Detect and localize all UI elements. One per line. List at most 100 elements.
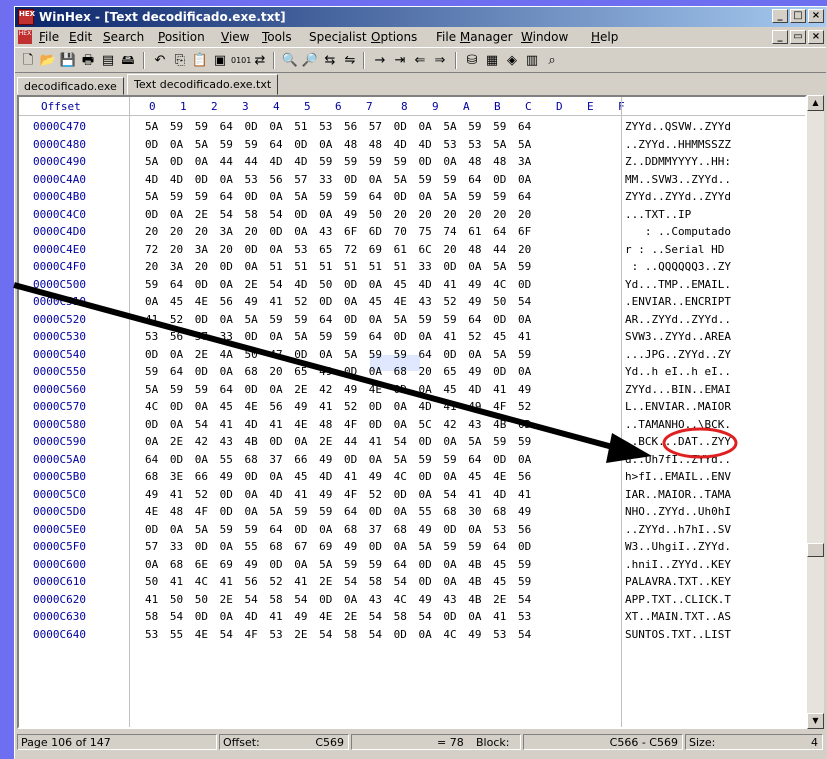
row-hex-bytes[interactable]: 4E 48 4F 0D 0A 5A 59 59 64 0D 0A 55 68 3…	[145, 505, 531, 518]
fill-icon[interactable]: ⇄	[251, 52, 269, 69]
menu-edit[interactable]: Edit	[69, 27, 92, 47]
hex-editor-pane[interactable]: Offset 0123456789ABCDEF 0000C4705A 59 59…	[17, 95, 807, 729]
hex-row[interactable]: 0000C4D0 20 20 20 3A 20 0D 0A 43 6F 6D 70…	[19, 224, 805, 240]
row-ascii[interactable]: L..ENVIAR..MAIOR	[625, 400, 731, 413]
row-hex-bytes[interactable]: 58 54 0D 0A 4D 41 49 4E 2E 54 58 54 0D 0…	[145, 610, 531, 623]
hex-row[interactable]: 0000C520 41 52 0D 0A 5A 59 59 64 0D 0A 5A…	[19, 312, 805, 328]
row-ascii[interactable]: NHO..ZYYd..Uh0hI	[625, 505, 731, 518]
paste-icon[interactable]: 📋	[191, 52, 209, 69]
row-hex-bytes[interactable]: 0D 0A 2E 4A 50 47 0D 0A 5A 59 59 64 0D 0…	[145, 348, 531, 361]
menu-view[interactable]: View	[221, 27, 249, 47]
row-hex-bytes[interactable]: 59 64 0D 0A 68 20 65 49 0D 0A 68 20 65 4…	[145, 365, 531, 378]
menu-search[interactable]: Search	[103, 27, 144, 47]
hex-row[interactable]: 0000C5E0 0D 0A 5A 59 59 64 0D 0A 68 37 68…	[19, 522, 805, 538]
hex-row[interactable]: 0000C620 41 50 50 2E 54 58 54 0D 0A 43 4C…	[19, 592, 805, 608]
row-ascii[interactable]: W3..UhgiI..ZYYd.	[625, 540, 731, 553]
row-ascii[interactable]: PALAVRA.TXT..KEY	[625, 575, 731, 588]
close-button[interactable]: ×	[808, 9, 824, 23]
row-ascii[interactable]: ..ZYYd..HHMMSSZZ	[625, 138, 731, 151]
row-ascii[interactable]: APP.TXT..CLICK.T	[625, 593, 731, 606]
back-icon[interactable]: ⇐	[411, 52, 429, 69]
hex-row[interactable]: 0000C530 53 56 57 33 0D 0A 5A 59 59 64 0D…	[19, 329, 805, 345]
row-hex-bytes[interactable]: 5A 59 59 64 0D 0A 51 53 56 57 0D 0A 5A 5…	[145, 120, 531, 133]
row-hex-bytes[interactable]: 53 56 57 33 0D 0A 5A 59 59 64 0D 0A 41 5…	[145, 330, 531, 343]
row-hex-bytes[interactable]: 0D 0A 2E 54 58 54 0D 0A 49 50 20 20 20 2…	[145, 208, 531, 221]
document-icon[interactable]: HEX	[18, 30, 32, 44]
row-hex-bytes[interactable]: 59 64 0D 0A 2E 54 4D 50 0D 0A 45 4D 41 4…	[145, 278, 531, 291]
doc-minimize-button[interactable]: _	[772, 30, 788, 44]
scroll-down-button[interactable]: ▼	[807, 713, 824, 729]
row-hex-bytes[interactable]: 5A 0D 0A 44 44 4D 4D 59 59 59 59 0D 0A 4…	[145, 155, 531, 168]
hex-row[interactable]: 0000C580 0D 0A 54 41 4D 41 4E 48 4F 0D 0A…	[19, 417, 805, 433]
row-ascii[interactable]: Yd..h eI..h eI..	[625, 365, 731, 378]
save-icon[interactable]: 💾	[59, 52, 77, 69]
row-ascii[interactable]: ..BCK...DAT..ZYY	[625, 435, 731, 448]
hex-row[interactable]: 0000C4E0 72 20 3A 20 0D 0A 53 65 72 69 61…	[19, 242, 805, 258]
row-hex-bytes[interactable]: 64 0D 0A 55 68 37 66 49 0D 0A 5A 59 59 6…	[145, 453, 531, 466]
row-hex-bytes[interactable]: 0A 2E 42 43 4B 0D 0A 2E 44 41 54 0D 0A 5…	[145, 435, 531, 448]
row-ascii[interactable]: .ENVIAR..ENCRIPT	[625, 295, 731, 308]
hex-row[interactable]: 0000C510 0A 45 4E 56 49 41 52 0D 0A 45 4E…	[19, 294, 805, 310]
row-hex-bytes[interactable]: 0D 0A 5A 59 59 64 0D 0A 68 37 68 49 0D 0…	[145, 523, 531, 536]
row-ascii[interactable]: IAR..MAIOR..TAMA	[625, 488, 731, 501]
row-ascii[interactable]: Z..DDMMYYYY..HH:	[625, 155, 731, 168]
hex-row[interactable]: 0000C640 53 55 4E 54 4F 53 2E 54 58 54 0D…	[19, 627, 805, 643]
open-disk-icon[interactable]: 🖴	[119, 52, 137, 69]
goto-offset-icon[interactable]: →	[371, 52, 389, 69]
row-ascii[interactable]: ZYYd..QSVW..ZYYd	[625, 120, 731, 133]
row-hex-bytes[interactable]: 0A 45 4E 56 49 41 52 0D 0A 45 4E 43 52 4…	[145, 295, 531, 308]
hex-row[interactable]: 0000C5F0 57 33 0D 0A 55 68 67 69 49 0D 0A…	[19, 539, 805, 555]
row-hex-bytes[interactable]: 20 3A 20 0D 0A 51 51 51 51 51 51 33 0D 0…	[145, 260, 531, 273]
menu-specialist[interactable]: Specialist	[309, 27, 367, 47]
row-ascii[interactable]: d..Uh7fI..ZYYd..	[625, 453, 731, 466]
hex-row[interactable]: 0000C560 5A 59 59 64 0D 0A 2E 42 49 4E 0D…	[19, 382, 805, 398]
row-ascii[interactable]: ..ZYYd..h7hI..SV	[625, 523, 731, 536]
row-hex-bytes[interactable]: 4D 4D 0D 0A 53 56 57 33 0D 0A 5A 59 59 6…	[145, 173, 531, 186]
hex-row[interactable]: 0000C5D0 4E 48 4F 0D 0A 5A 59 59 64 0D 0A…	[19, 504, 805, 520]
tab-text-decodificado[interactable]: Text decodificado.exe.txt	[127, 74, 279, 95]
row-ascii[interactable]: ...JPG..ZYYd..ZY	[625, 348, 731, 361]
hex-row[interactable]: 0000C630 58 54 0D 0A 4D 41 49 4E 2E 54 58…	[19, 609, 805, 625]
paste-block-icon[interactable]: ▣	[211, 52, 229, 69]
maximize-button[interactable]: □	[790, 9, 806, 23]
scroll-thumb[interactable]	[807, 543, 824, 557]
row-ascii[interactable]: ..TAMANHO..\BCK.	[625, 418, 731, 431]
row-ascii[interactable]: .hniI..ZYYd..KEY	[625, 558, 731, 571]
row-hex-bytes[interactable]: 49 41 52 0D 0A 4D 41 49 4F 52 0D 0A 54 4…	[145, 488, 531, 501]
search-icon[interactable]: ⌕	[543, 52, 561, 69]
print-icon[interactable]: 🖶	[79, 52, 97, 69]
hex-row[interactable]: 0000C4C0 0D 0A 2E 54 58 54 0D 0A 49 50 20…	[19, 207, 805, 223]
row-hex-bytes[interactable]: 5A 59 59 64 0D 0A 5A 59 59 64 0D 0A 5A 5…	[145, 190, 531, 203]
row-hex-bytes[interactable]: 41 52 0D 0A 5A 59 59 64 0D 0A 5A 59 59 6…	[145, 313, 531, 326]
row-hex-bytes[interactable]: 4C 0D 0A 45 4E 56 49 41 52 0D 0A 4D 41 4…	[145, 400, 531, 413]
find-hex-icon[interactable]: 🔎	[301, 52, 319, 69]
hex-row[interactable]: 0000C590 0A 2E 42 43 4B 0D 0A 2E 44 41 54…	[19, 434, 805, 450]
winhex-app-icon[interactable]: HEX	[18, 9, 35, 25]
row-ascii[interactable]: : ..QQQQQQ3..ZY	[625, 260, 731, 273]
undo-icon[interactable]: ↶	[151, 52, 169, 69]
menu-options[interactable]: Options	[371, 27, 417, 47]
new-file-icon[interactable]: 🗋	[19, 52, 37, 69]
minimize-button[interactable]: _	[772, 9, 788, 23]
hex-convert-icon[interactable]: 0101	[231, 52, 251, 69]
row-hex-bytes[interactable]: 0D 0A 54 41 4D 41 4E 48 4F 0D 0A 5C 42 4…	[145, 418, 531, 431]
menu-file[interactable]: File	[39, 27, 59, 47]
row-ascii[interactable]: Yd...TMP..EMAIL.	[625, 278, 731, 291]
menu-window[interactable]: Window	[521, 27, 568, 47]
scroll-up-button[interactable]: ▲	[807, 95, 824, 111]
row-hex-bytes[interactable]: 0A 68 6E 69 49 0D 0A 5A 59 59 64 0D 0A 4…	[145, 558, 531, 571]
copy-icon[interactable]: ⎘	[171, 52, 189, 69]
hex-row[interactable]: 0000C4F0 20 3A 20 0D 0A 51 51 51 51 51 51…	[19, 259, 805, 275]
row-ascii[interactable]: ...TXT..IP	[625, 208, 691, 221]
row-ascii[interactable]: r : ..Serial HD	[625, 243, 724, 256]
hex-row[interactable]: 0000C600 0A 68 6E 69 49 0D 0A 5A 59 59 64…	[19, 557, 805, 573]
goto-sector-icon[interactable]: ⇥	[391, 52, 409, 69]
row-ascii[interactable]: XT..MAIN.TXT..AS	[625, 610, 731, 623]
row-hex-bytes[interactable]: 41 50 50 2E 54 58 54 0D 0A 43 4C 49 43 4…	[145, 593, 531, 606]
row-ascii[interactable]: : ..Computado	[625, 225, 731, 238]
row-ascii[interactable]: AR..ZYYd..ZYYd..	[625, 313, 731, 326]
vertical-scrollbar[interactable]: ▲ ▼	[807, 95, 824, 729]
row-hex-bytes[interactable]: 57 33 0D 0A 55 68 67 69 49 0D 0A 5A 59 5…	[145, 540, 531, 553]
disk-editor-icon[interactable]: ⛁	[463, 52, 481, 69]
row-hex-bytes[interactable]: 50 41 4C 41 56 52 41 2E 54 58 54 0D 0A 4…	[145, 575, 531, 588]
